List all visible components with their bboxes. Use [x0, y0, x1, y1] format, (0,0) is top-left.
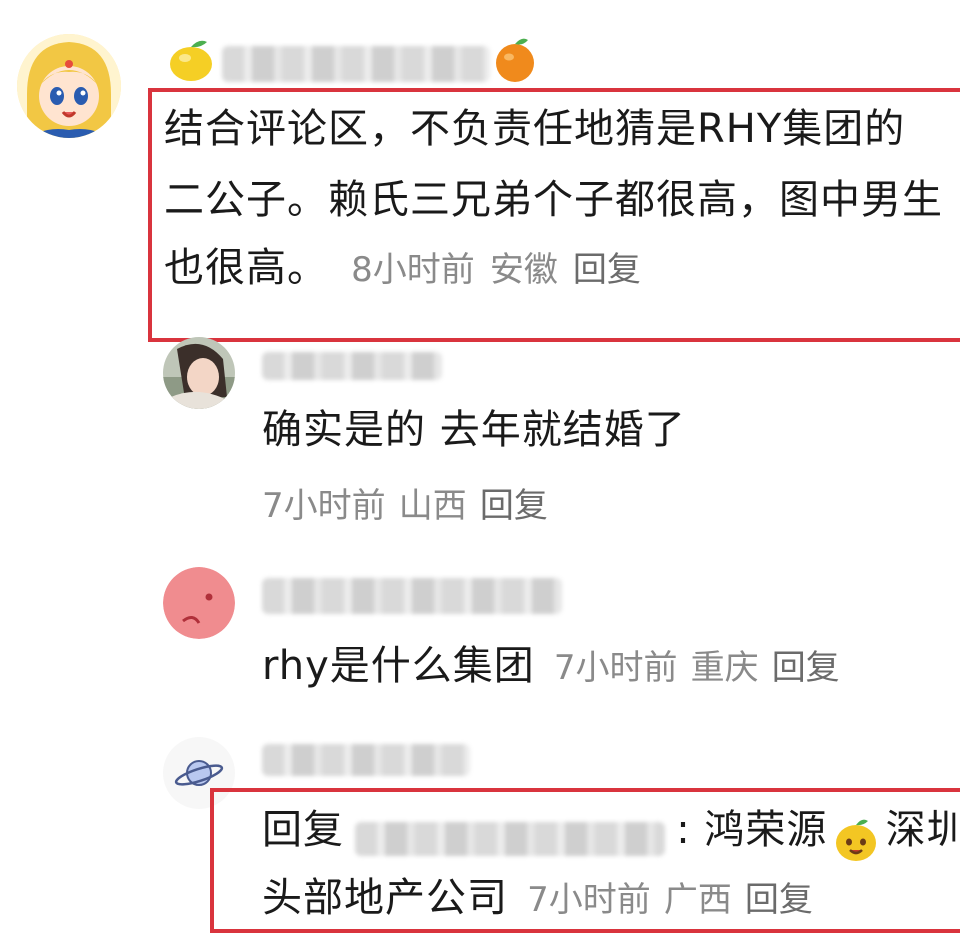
- comment-1-time: 8小时前: [351, 250, 475, 290]
- comment-4-location: 广西: [663, 880, 732, 920]
- comment-4-reply-prefix: 回复: [262, 807, 344, 853]
- comment-4-city: 深圳: [885, 807, 960, 853]
- comment-3-time: 7小时前: [553, 648, 678, 688]
- mention-redacted: [355, 821, 666, 856]
- comment-2-location: 山西: [398, 486, 467, 526]
- username-redacted-4: [262, 744, 470, 776]
- anime-avatar-image: [17, 34, 121, 138]
- comment-4-company: : 鸿荣源: [676, 807, 828, 853]
- comment-1-location: 安徽: [489, 250, 558, 290]
- comment-2-reply-button[interactable]: 回复: [480, 486, 548, 526]
- comment-2-meta: 7小时前 山西 回复: [262, 478, 548, 527]
- comment-2-time: 7小时前: [262, 486, 386, 526]
- orange-icon: [490, 34, 540, 84]
- pink-avatar-image: [163, 567, 235, 639]
- comment-2-text: 确实是的 去年就结婚了: [262, 407, 686, 453]
- smiling-fruit-emoji: [832, 815, 880, 863]
- avatar-anime[interactable]: [17, 34, 121, 138]
- comment-1-line-3: 也很高。 8小时前 安徽 回复: [164, 238, 641, 298]
- comment-3-text: rhy是什么集团: [262, 643, 535, 689]
- username-redacted-2: [262, 352, 442, 380]
- comment-4-time: 7小时前: [527, 880, 651, 920]
- username-redacted-3: [262, 578, 562, 614]
- comment-1-reply-button[interactable]: 回复: [573, 250, 641, 290]
- comment-3-line: rhy是什么集团 7小时前 重庆 回复: [262, 636, 840, 696]
- comment-4-reply-button[interactable]: 回复: [745, 880, 813, 920]
- comment-1-line-1: 结合评论区，不负责任地猜是RHY集团的: [164, 106, 906, 152]
- lemon-icon: [165, 36, 217, 84]
- username-redacted: [222, 46, 490, 82]
- comment-3-location: 重庆: [690, 648, 759, 688]
- girl-avatar-image: [163, 337, 235, 409]
- comment-1-line-2: 二公子。赖氏三兄弟个子都很高，图中男生: [164, 177, 943, 223]
- comment-1-text-end: 也很高。: [164, 245, 328, 291]
- avatar-girl[interactable]: [163, 337, 235, 409]
- avatar-pink[interactable]: [163, 567, 235, 639]
- comment-3-reply-button[interactable]: 回复: [772, 648, 840, 688]
- comment-4-line-1: 回复 : 鸿荣源 深圳: [262, 800, 960, 863]
- comment-4-line-2: 头部地产公司 7小时前 广西 回复: [262, 868, 813, 928]
- comment-4-text-end: 头部地产公司: [262, 875, 508, 921]
